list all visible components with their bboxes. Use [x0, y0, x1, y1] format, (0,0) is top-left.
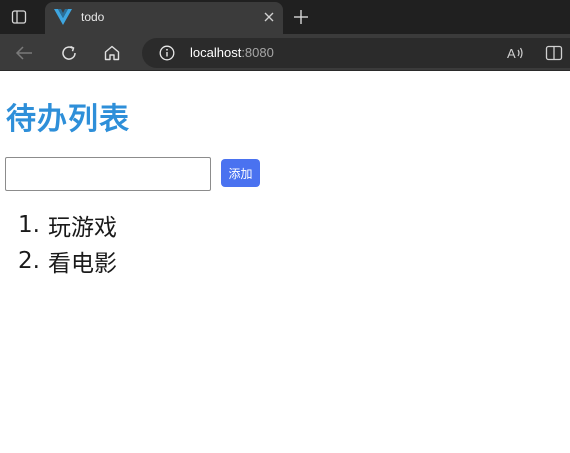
- url-port: :8080: [241, 45, 274, 60]
- home-icon[interactable]: [101, 42, 123, 64]
- tab-todo[interactable]: todo: [45, 2, 283, 34]
- address-bar[interactable]: localhost:8080 A: [142, 38, 570, 68]
- read-aloud-icon[interactable]: A: [506, 44, 526, 62]
- list-item-number: 1.: [18, 212, 40, 238]
- navigation-bar: localhost:8080 A: [0, 34, 570, 71]
- list-item-number: 2.: [18, 248, 40, 274]
- todo-input[interactable]: [5, 157, 211, 191]
- tab-title: todo: [81, 10, 105, 24]
- list-item: 2. 看电影: [18, 243, 117, 279]
- list-item-text: 玩游戏: [47, 215, 117, 241]
- reload-icon[interactable]: [58, 42, 80, 64]
- page-title: 待办列表: [6, 102, 130, 137]
- info-icon[interactable]: [159, 45, 175, 61]
- url-host: localhost: [190, 45, 242, 60]
- url-text[interactable]: localhost:8080: [190, 45, 274, 60]
- list-item: 1. 玩游戏: [18, 207, 117, 243]
- close-icon[interactable]: [261, 9, 277, 25]
- split-screen-icon[interactable]: [544, 44, 564, 62]
- plus-icon[interactable]: [291, 7, 311, 27]
- add-button[interactable]: 添加: [221, 159, 260, 187]
- tab-strip: todo: [0, 0, 570, 34]
- tab-actions-icon[interactable]: [8, 7, 30, 27]
- back-arrow-icon[interactable]: [13, 42, 35, 64]
- todo-list: 1. 玩游戏 2. 看电影: [18, 207, 117, 279]
- svg-text:A: A: [507, 46, 516, 61]
- vue-logo-icon: [54, 9, 72, 25]
- list-item-text: 看电影: [47, 251, 117, 277]
